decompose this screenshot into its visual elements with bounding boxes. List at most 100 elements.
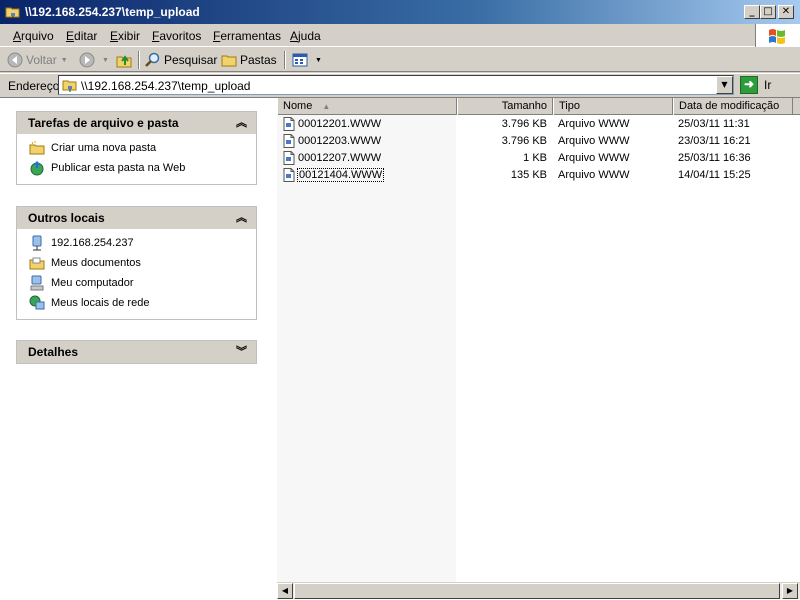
collapse-chevron-icon[interactable]: ︽ bbox=[236, 114, 247, 130]
column-name[interactable]: Nome ▲ bbox=[277, 98, 457, 115]
scroll-thumb[interactable] bbox=[294, 583, 780, 599]
back-button[interactable]: Voltar ▼ bbox=[7, 51, 68, 69]
sorted-column-shading bbox=[277, 115, 456, 582]
window-title: \\192.168.254.237\temp_upload bbox=[25, 5, 200, 19]
views-button[interactable]: ▼ bbox=[292, 51, 322, 69]
column-size-label: Tamanho bbox=[501, 100, 547, 112]
task-publish-web[interactable]: Publicar esta pasta na Web bbox=[17, 158, 256, 178]
address-bar: Endereço \\192.168.254.237\temp_upload ▼… bbox=[0, 73, 800, 97]
minimize-button[interactable]: _ bbox=[744, 5, 760, 19]
column-type-label: Tipo bbox=[559, 100, 580, 112]
back-arrow-icon bbox=[7, 52, 23, 68]
column-type[interactable]: Tipo bbox=[553, 98, 673, 115]
up-folder-button[interactable] bbox=[116, 51, 135, 69]
place-my-documents[interactable]: Meus documentos bbox=[17, 253, 256, 273]
file-date: 25/03/11 16:36 bbox=[678, 152, 751, 164]
file-type: Arquivo WWW bbox=[558, 152, 630, 164]
file-size: 3.796 KB bbox=[501, 135, 547, 147]
views-dropdown-icon[interactable]: ▼ bbox=[315, 57, 322, 64]
back-label: Voltar bbox=[26, 53, 57, 67]
forward-button[interactable]: ▼ bbox=[79, 51, 109, 69]
place-my-computer[interactable]: Meu computador bbox=[17, 273, 256, 293]
folders-label: Pastas bbox=[240, 53, 277, 67]
sort-ascending-icon: ▲ bbox=[322, 102, 331, 111]
collapse-chevron-icon[interactable]: ︽ bbox=[236, 209, 247, 225]
expand-chevron-icon[interactable]: ︾ bbox=[236, 343, 247, 359]
menu-ajuda[interactable]: Ajuda bbox=[290, 29, 321, 43]
menu-editar[interactable]: Editar bbox=[66, 29, 97, 43]
maximize-button[interactable]: □ bbox=[760, 5, 776, 19]
toolbar-separator bbox=[138, 51, 140, 69]
file-type: Arquivo WWW bbox=[558, 118, 630, 130]
column-name-label: Nome bbox=[283, 100, 313, 112]
network-places-icon bbox=[29, 295, 45, 310]
search-button[interactable]: Pesquisar bbox=[145, 51, 217, 69]
toolbar-separator bbox=[284, 51, 286, 69]
column-date[interactable]: Data de modificação bbox=[673, 98, 793, 115]
menu-ferramentas[interactable]: Ferramentas bbox=[213, 29, 281, 43]
file-size: 135 KB bbox=[510, 169, 547, 181]
column-size[interactable]: Tamanho bbox=[457, 98, 553, 115]
file-tasks-header[interactable]: Tarefas de arquivo e pasta ︽ bbox=[17, 112, 256, 134]
place-label: Meus documentos bbox=[51, 257, 141, 269]
back-dropdown-icon[interactable]: ▼ bbox=[61, 57, 68, 64]
column-date-label: Data de modificação bbox=[679, 100, 780, 112]
menu-arquivo[interactable]: Arquivo bbox=[13, 29, 54, 43]
other-places-header[interactable]: Outros locais ︽ bbox=[17, 207, 256, 229]
windows-logo bbox=[755, 24, 800, 47]
file-size: 3.796 KB bbox=[501, 118, 547, 130]
new-folder-icon bbox=[29, 141, 45, 155]
folders-button[interactable]: Pastas bbox=[221, 51, 277, 69]
file-row[interactable]: 00012203.WWW 3.796 KB Arquivo WWW 23/03/… bbox=[277, 133, 800, 150]
content-area: Tarefas de arquivo e pasta ︽ Criar uma n… bbox=[0, 97, 800, 600]
folders-icon bbox=[221, 55, 237, 67]
scroll-left-icon[interactable]: ◀ bbox=[277, 583, 293, 599]
place-network-places[interactable]: Meus locais de rede bbox=[17, 293, 256, 313]
go-label: Ir bbox=[764, 78, 772, 92]
address-label: Endereço bbox=[8, 79, 60, 93]
file-date: 14/04/11 15:25 bbox=[678, 169, 751, 181]
file-date: 23/03/11 16:21 bbox=[678, 135, 751, 147]
views-icon bbox=[292, 53, 308, 67]
horizontal-scrollbar[interactable]: ◀ ▶ bbox=[277, 582, 800, 599]
up-folder-icon bbox=[116, 55, 132, 68]
windows-flag-icon bbox=[769, 29, 785, 44]
search-icon bbox=[145, 52, 160, 67]
network-folder-icon bbox=[5, 7, 20, 19]
task-label: Publicar esta pasta na Web bbox=[51, 162, 186, 174]
task-label: Criar uma nova pasta bbox=[51, 142, 157, 154]
network-folder-icon bbox=[62, 80, 77, 92]
file-row[interactable]: 00012201.WWW 3.796 KB Arquivo WWW 25/03/… bbox=[277, 116, 800, 133]
forward-dropdown-icon[interactable]: ▼ bbox=[102, 57, 109, 64]
my-computer-icon bbox=[30, 275, 44, 291]
place-server[interactable]: 192.168.254.237 bbox=[17, 233, 256, 253]
details-header[interactable]: Detalhes ︾ bbox=[17, 341, 256, 363]
menu-bar: Arquivo Editar Exibir Favoritos Ferramen… bbox=[0, 24, 800, 47]
file-row[interactable]: 00121404.WWW 135 KB Arquivo WWW 14/04/11… bbox=[277, 167, 800, 184]
panel-title: Outros locais bbox=[28, 211, 105, 225]
address-value: \\192.168.254.237\temp_upload bbox=[81, 79, 251, 93]
details-panel: Detalhes ︾ bbox=[16, 340, 257, 364]
task-new-folder[interactable]: Criar uma nova pasta bbox=[17, 138, 256, 158]
file-date: 25/03/11 11:31 bbox=[678, 118, 750, 130]
file-type: Arquivo WWW bbox=[558, 135, 630, 147]
place-label: Meus locais de rede bbox=[51, 297, 150, 309]
file-tasks-panel: Tarefas de arquivo e pasta ︽ Criar uma n… bbox=[16, 111, 257, 185]
close-button[interactable]: ✕ bbox=[778, 5, 794, 19]
file-size: 1 KB bbox=[523, 152, 547, 164]
panel-title: Tarefas de arquivo e pasta bbox=[28, 116, 179, 130]
go-arrow-icon: ➜ bbox=[740, 76, 758, 94]
search-label: Pesquisar bbox=[164, 53, 218, 67]
go-button[interactable]: ➜ Ir bbox=[740, 76, 771, 94]
scroll-right-icon[interactable]: ▶ bbox=[782, 583, 798, 599]
my-documents-icon bbox=[29, 257, 45, 270]
task-pane: Tarefas de arquivo e pasta ︽ Criar uma n… bbox=[0, 98, 274, 600]
file-list: Nome ▲ Tamanho Tipo Data de modificação 0… bbox=[277, 98, 800, 600]
menu-favoritos[interactable]: Favoritos bbox=[152, 29, 201, 43]
menu-exibir[interactable]: Exibir bbox=[110, 29, 140, 43]
file-row[interactable]: 00012207.WWW 1 KB Arquivo WWW 25/03/11 1… bbox=[277, 150, 800, 167]
forward-arrow-icon bbox=[79, 52, 95, 68]
file-type: Arquivo WWW bbox=[558, 169, 630, 181]
address-dropdown-icon[interactable]: ▼ bbox=[716, 76, 733, 94]
address-input[interactable]: \\192.168.254.237\temp_upload ▼ bbox=[58, 75, 734, 95]
